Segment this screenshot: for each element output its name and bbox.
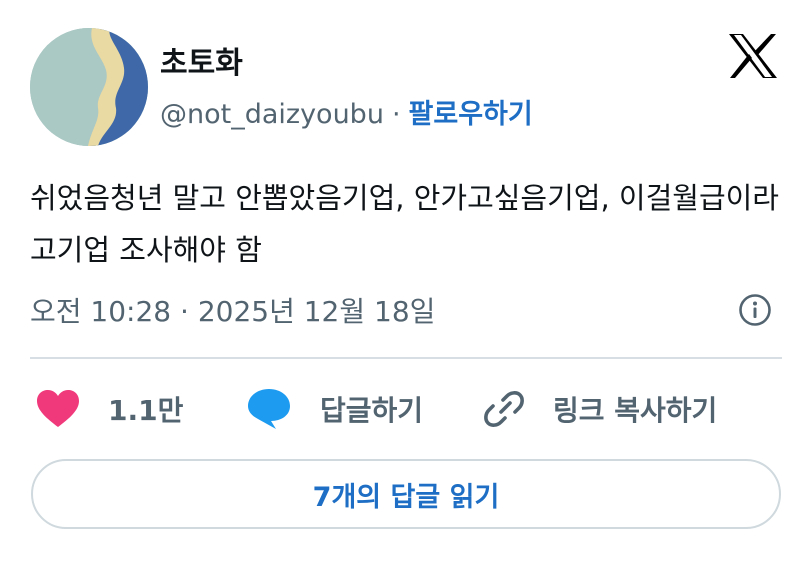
display-name[interactable]: 초토화 bbox=[160, 38, 243, 82]
divider bbox=[30, 357, 782, 359]
tweet-text: 쉬었음청년 말고 안뽑았음기업, 안가고싶음기업, 이걸월급이라고기업 조사해야… bbox=[30, 181, 779, 267]
avatar-image bbox=[30, 28, 148, 146]
link-icon bbox=[484, 391, 524, 427]
x-logo-icon[interactable] bbox=[727, 32, 779, 80]
tweet-card: 초토화 @not_daizyoubu · 팔로우하기 쉬었음청년 말고 안뽑았음기업… bbox=[0, 0, 800, 574]
speech-bubble-icon bbox=[248, 389, 290, 429]
info-icon[interactable] bbox=[738, 293, 772, 327]
read-replies-button[interactable]: 7개의 답글 읽기 bbox=[31, 459, 781, 529]
reply-label: 답글하기 bbox=[320, 394, 424, 427]
reply-button[interactable]: 답글하기 bbox=[246, 384, 423, 434]
like-count: 1.1만 bbox=[108, 394, 184, 427]
avatar[interactable] bbox=[30, 28, 148, 146]
copy-link-label: 링크 복사하기 bbox=[553, 394, 718, 427]
separator-dot: · bbox=[391, 99, 401, 130]
timestamp[interactable]: 오전 10:28 · 2025년 12월 18일 bbox=[30, 290, 435, 330]
copy-link-button[interactable]: 링크 복사하기 bbox=[483, 384, 717, 434]
heart-icon bbox=[37, 390, 79, 427]
user-handle[interactable]: @not_daizyoubu bbox=[160, 99, 384, 130]
like-button[interactable]: 1.1만 bbox=[36, 384, 183, 434]
follow-button[interactable]: 팔로우하기 bbox=[409, 99, 533, 130]
handle-row: @not_daizyoubu · 팔로우하기 bbox=[160, 92, 533, 131]
